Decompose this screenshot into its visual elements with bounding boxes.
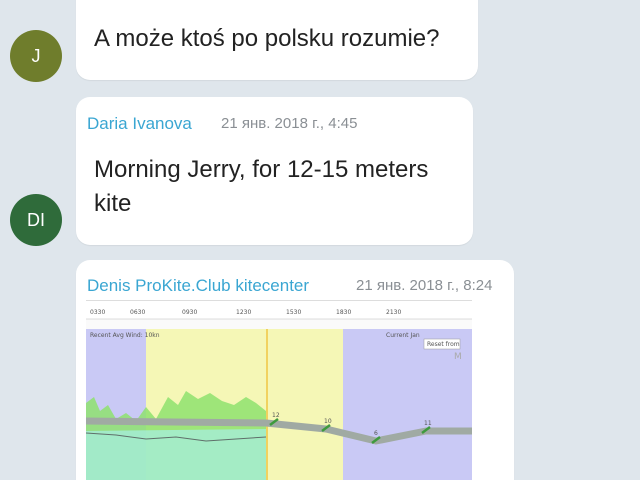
message-text: A może ktoś po polsku rozumie? [94, 25, 440, 52]
forecast-cursor [266, 329, 268, 480]
svg-text:10: 10 [324, 418, 332, 425]
message-timestamp: 21 янв. 2018 г., 4:45 [221, 115, 358, 132]
time-tick-label: 1530 [286, 309, 301, 316]
message-bubble-1: A może ktoś po polsku rozumie? [76, 0, 478, 80]
time-tick-label: 0930 [182, 309, 197, 316]
recent-avg-wind-label: Recent Avg Wind: 10kn [90, 332, 160, 339]
message-text-line-1: Morning Jerry, for 12-15 meters [94, 156, 429, 183]
night-band [343, 329, 472, 480]
time-tick-label: 2130 [386, 309, 401, 316]
image-attachment[interactable]: 0330 0630 0930 1230 1530 1830 2130 12 10 [82, 300, 476, 480]
message-timestamp: 21 янв. 2018 г., 8:24 [356, 277, 493, 294]
svg-text:12: 12 [272, 412, 280, 419]
time-tick-label: 1830 [336, 309, 351, 316]
sender-name[interactable]: Denis ProKite.Club kitecenter [87, 276, 309, 296]
svg-text:11: 11 [424, 420, 432, 427]
time-tick-label: 1230 [236, 309, 251, 316]
time-tick-label: 0330 [90, 309, 105, 316]
time-tick-label: 0630 [130, 309, 145, 316]
avatar[interactable]: J [10, 30, 62, 82]
avatar[interactable]: DI [10, 194, 62, 246]
avatar-initials: DI [27, 209, 45, 230]
message-bubble-3: Denis ProKite.Club kitecenter 21 янв. 20… [76, 260, 514, 480]
svg-text:M: M [454, 352, 462, 362]
avatar-initials: J [31, 45, 41, 66]
wind-forecast-chart: 0330 0630 0930 1230 1530 1830 2130 12 10 [82, 301, 476, 480]
svg-text:Reset from: Reset from [427, 341, 460, 348]
current-label: Current Jan [386, 332, 420, 339]
message-text-line-2: kite [94, 190, 132, 217]
message-bubble-2: Daria Ivanova 21 янв. 2018 г., 4:45 Morn… [76, 97, 473, 245]
sender-name[interactable]: Daria Ivanova [87, 114, 192, 134]
svg-text:6: 6 [374, 430, 378, 437]
